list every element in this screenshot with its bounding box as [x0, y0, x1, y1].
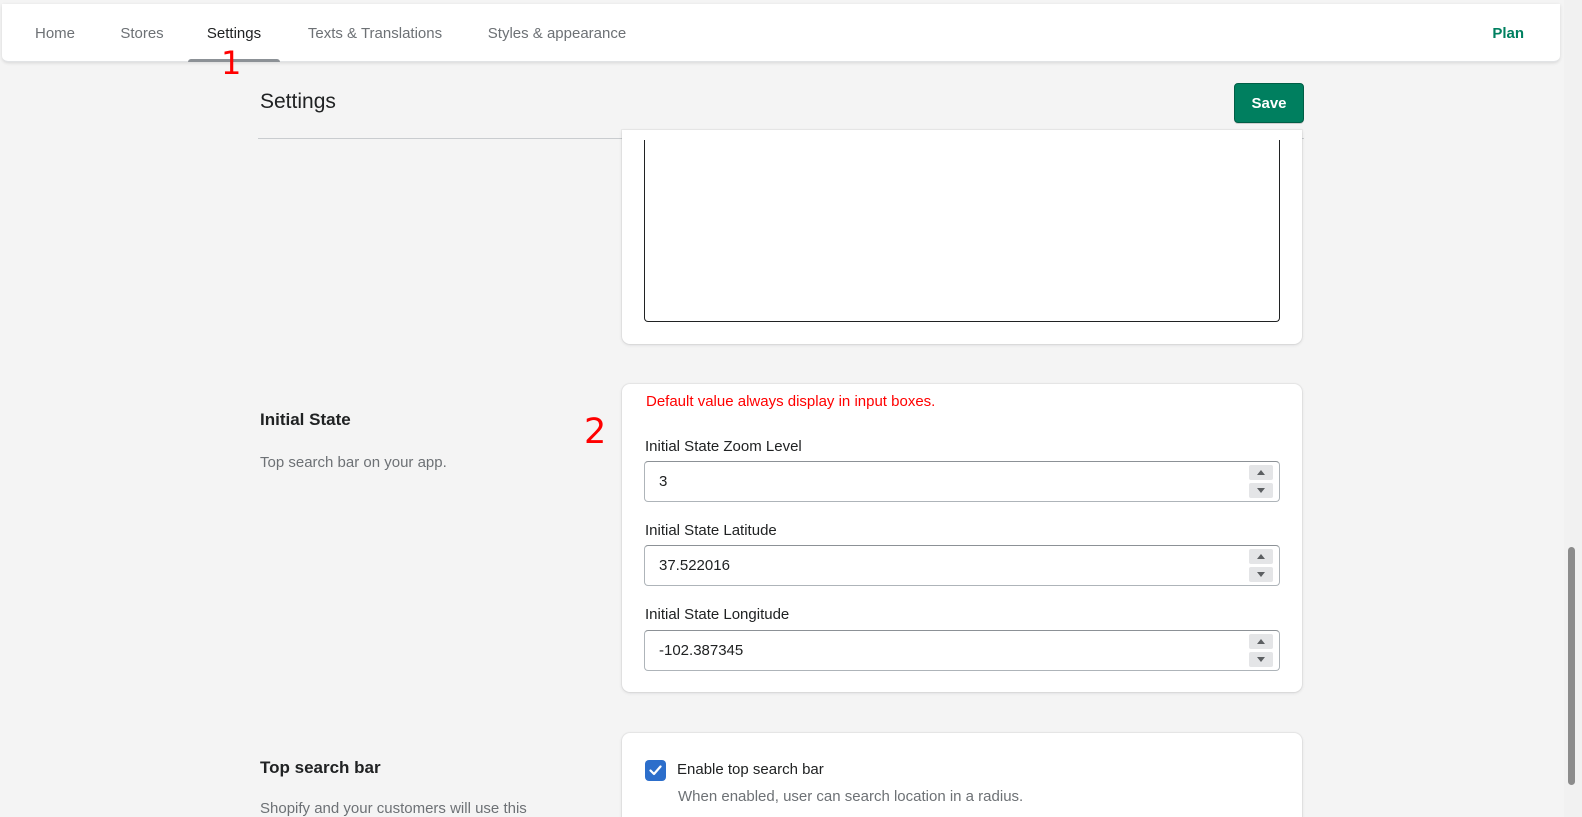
longitude-input[interactable]: -102.387345	[644, 630, 1280, 671]
tab-home-label: Home	[34, 24, 75, 42]
caret-down-icon[interactable]	[1249, 567, 1273, 582]
annotation-marker-2: 2	[584, 412, 607, 452]
tab-stores-label: Stores	[120, 24, 164, 42]
caret-down-icon[interactable]	[1249, 483, 1273, 498]
caret-down-icon[interactable]	[1249, 652, 1273, 667]
longitude-stepper	[1249, 634, 1273, 667]
tab-stores[interactable]: Stores	[110, 4, 174, 62]
top-search-bar-title: Top search bar	[260, 758, 381, 777]
zoom-level-value: 3	[659, 473, 668, 490]
zoom-level-input[interactable]: 3	[644, 461, 1280, 502]
scrollbar-thumb[interactable]	[1568, 547, 1575, 785]
tab-home[interactable]: Home	[24, 4, 86, 62]
page-title: Settings	[260, 90, 336, 113]
save-button[interactable]: Save	[1234, 83, 1304, 123]
tab-styles-appearance[interactable]: Styles & appearance	[476, 4, 638, 62]
tab-texts-translations-label: Texts & Translations	[307, 24, 443, 42]
top-search-bar-description: Shopify and your customers will use this	[260, 800, 527, 817]
longitude-value: -102.387345	[659, 642, 744, 659]
latitude-input[interactable]: 37.522016	[644, 545, 1280, 586]
initial-state-title: Initial State	[260, 410, 351, 429]
default-value-warning: Default value always display in input bo…	[646, 393, 936, 410]
tab-styles-appearance-label: Styles & appearance	[487, 24, 627, 42]
plan-link[interactable]: Plan	[1492, 4, 1524, 62]
caret-up-icon[interactable]	[1249, 634, 1273, 649]
caret-up-icon[interactable]	[1249, 465, 1273, 480]
latitude-label: Initial State Latitude	[645, 522, 777, 539]
caret-up-icon[interactable]	[1249, 549, 1273, 564]
initial-state-description: Top search bar on your app.	[260, 454, 447, 471]
tab-texts-translations[interactable]: Texts & Translations	[296, 4, 454, 62]
latitude-value: 37.522016	[659, 557, 730, 574]
enable-top-search-checkbox[interactable]	[645, 760, 666, 781]
checkmark-icon	[649, 765, 662, 776]
longitude-label: Initial State Longitude	[645, 606, 790, 623]
latitude-stepper	[1249, 549, 1273, 582]
enable-top-search-help-text: When enabled, user can search location i…	[678, 788, 1024, 805]
annotation-marker-1: 1	[221, 44, 242, 82]
zoom-level-stepper	[1249, 465, 1273, 498]
textarea-field[interactable]	[644, 140, 1280, 322]
zoom-level-label: Initial State Zoom Level	[645, 438, 802, 455]
enable-top-search-label[interactable]: Enable top search bar	[677, 761, 824, 778]
tab-settings-label: Settings	[206, 24, 262, 42]
